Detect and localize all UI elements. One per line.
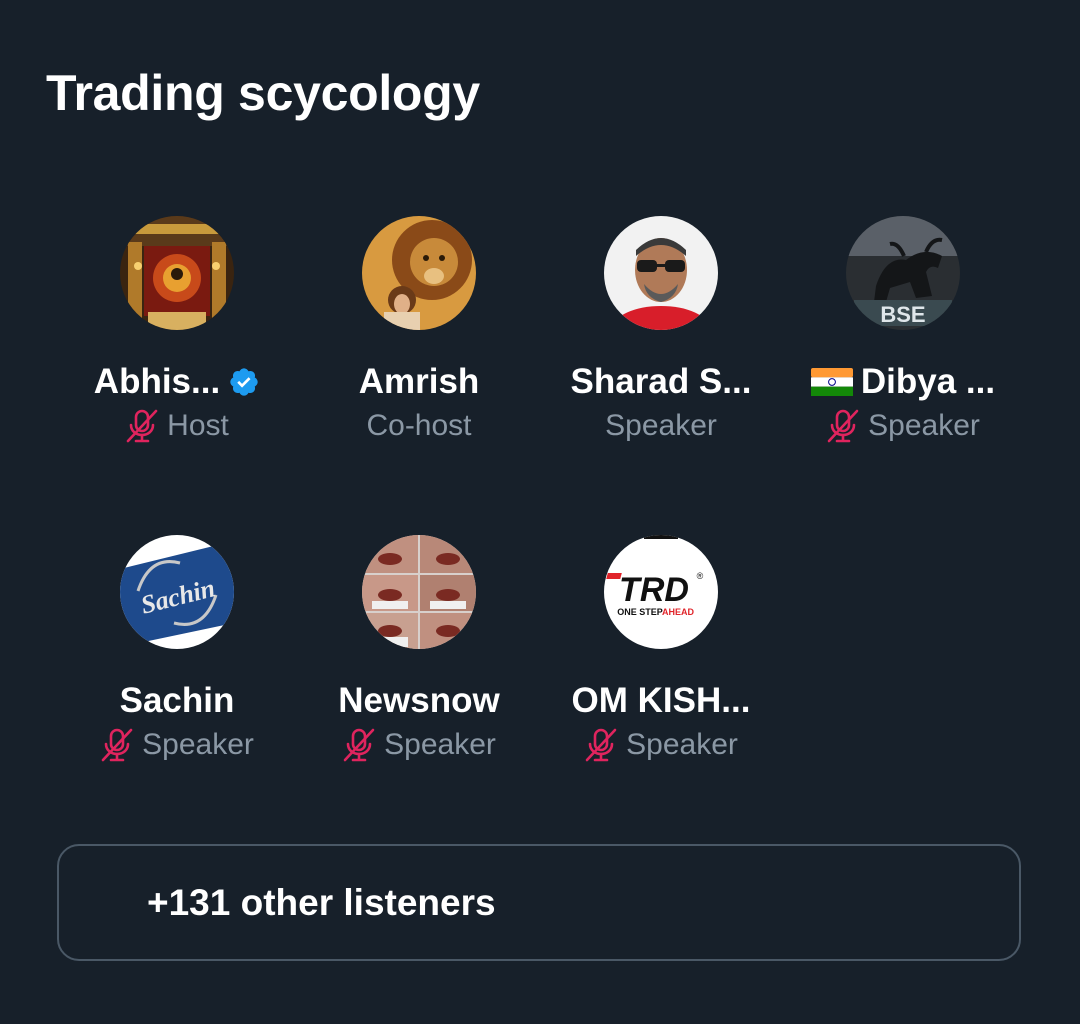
speaker-role: Co-host <box>366 409 472 442</box>
other-listeners-label: +131 other listeners <box>147 881 496 923</box>
speaker-name: Newsnow <box>338 681 500 720</box>
speaker-role: Speaker <box>142 728 254 761</box>
speaker-item[interactable]: Abhis... Host <box>56 216 298 466</box>
speaker-role: Speaker <box>384 728 496 761</box>
speaker-item[interactable]: Sachin Sachin Speaker <box>56 535 298 785</box>
speaker-name: OM KISH... <box>571 681 751 720</box>
trd-tagline: ONE STEP <box>617 607 663 617</box>
speaker-role: Host <box>167 409 229 442</box>
speaker-item[interactable]: BSE Dibya ... Speaker <box>782 216 1024 466</box>
bse-text: BSE <box>880 302 925 327</box>
speaker-role-row: Speaker <box>100 727 254 763</box>
speaker-name-row: Abhis... <box>94 362 260 402</box>
mic-muted-icon <box>100 727 134 763</box>
speaker-name: Sachin <box>119 681 235 720</box>
speaker-name: Sharad S... <box>570 362 752 401</box>
mic-muted-icon <box>125 408 159 444</box>
registered-mark: ® <box>697 571 704 581</box>
other-listeners-button[interactable]: +131 other listeners <box>57 844 1021 961</box>
speaker-name: Amrish <box>358 362 480 401</box>
trd-logo-avatar: TRD ® ONE STEP AHEAD <box>604 535 718 649</box>
india-flag-icon <box>810 368 853 396</box>
speaker-item[interactable]: Amrish Co-host <box>298 216 540 466</box>
trd-logo-text: TRD <box>619 571 689 609</box>
man-sunglasses-avatar <box>604 216 718 330</box>
trd-tagline-accent: AHEAD <box>662 607 695 617</box>
speaker-name-row: Dibya ... <box>810 362 996 402</box>
speaker-item[interactable]: TRD ® ONE STEP AHEAD OM KISH... Speaker <box>540 535 782 785</box>
mic-muted-icon <box>342 727 376 763</box>
sachin-logo-avatar: Sachin <box>120 535 234 649</box>
speaker-item[interactable]: Sharad S... Speaker <box>540 216 782 466</box>
mic-muted-icon <box>584 727 618 763</box>
speaker-role: Speaker <box>605 409 717 442</box>
speaker-name-row: Sachin <box>120 681 235 721</box>
speaker-item[interactable]: Newsnow Speaker <box>298 535 540 785</box>
speaker-role: Speaker <box>626 728 738 761</box>
speaker-name-row: Newsnow <box>338 681 499 721</box>
speaker-name: Abhis... <box>93 362 221 401</box>
speaker-role-row: Co-host <box>366 408 471 444</box>
mic-muted-icon <box>826 408 860 444</box>
temple-shrine-avatar <box>120 216 234 330</box>
speaker-name-row: OM KISH... <box>572 681 751 721</box>
speaker-name-row: Amrish <box>359 362 480 402</box>
speakers-grid: Abhis... Host Amrish Co-host Sharad S...… <box>0 0 1080 820</box>
speaker-name-row: Sharad S... <box>571 362 752 402</box>
collage-faces-avatar <box>362 535 476 649</box>
speaker-role: Speaker <box>868 409 980 442</box>
speaker-name: Dibya ... <box>860 362 996 401</box>
speaker-role-row: Speaker <box>826 408 980 444</box>
speaker-role-row: Speaker <box>584 727 738 763</box>
speaker-role-row: Host <box>125 408 229 444</box>
speaker-role-row: Speaker <box>342 727 496 763</box>
lion-avatar <box>362 216 476 330</box>
speaker-role-row: Speaker <box>605 408 717 444</box>
verified-badge-icon <box>228 366 260 398</box>
bse-bull-avatar: BSE <box>846 216 960 330</box>
